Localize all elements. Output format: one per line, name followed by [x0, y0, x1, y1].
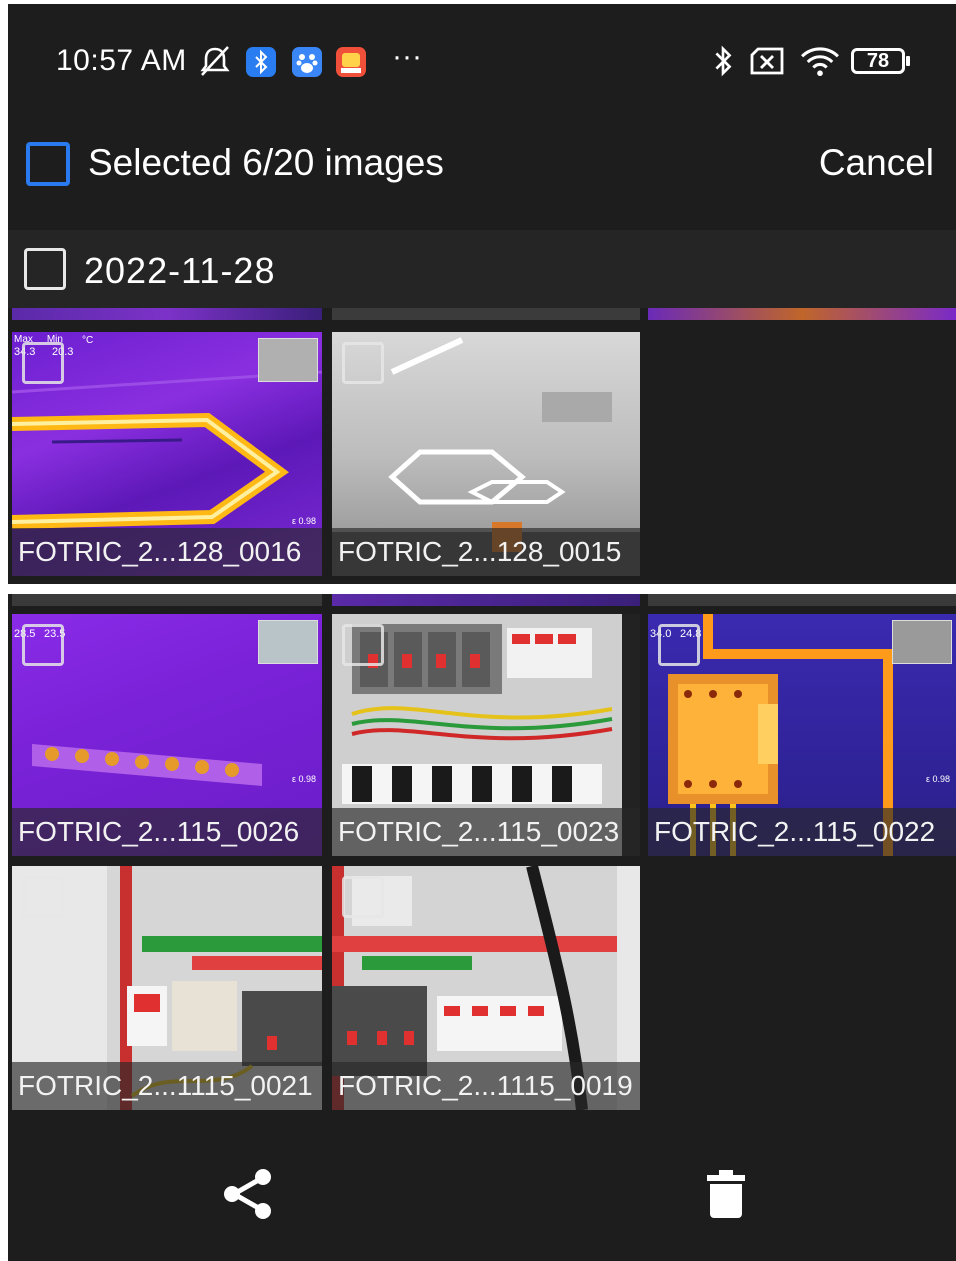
date-group-header: 2022-11-28 [8, 230, 956, 308]
thumbnail-checkbox[interactable] [342, 876, 384, 918]
battery-level: 78 [866, 50, 890, 72]
select-all-checkbox[interactable] [26, 142, 70, 186]
thermal-unit: °C [82, 335, 94, 346]
thumbnail-caption: FOTRIC_2...1115_0021 [12, 1062, 322, 1110]
thumbnail-photo[interactable]: FOTRIC_2...128_0015 [332, 332, 640, 576]
thumbnail-checkbox[interactable] [22, 876, 64, 918]
baidu-app-icon [292, 47, 322, 77]
mute-notification-icon [200, 46, 230, 76]
thumbnail-checkbox[interactable] [658, 624, 700, 666]
emissivity-label: ε 0.98 [291, 774, 316, 784]
battery-tip [906, 56, 910, 66]
thumbnail-caption: FOTRIC_2...115_0023 [332, 808, 640, 856]
thumbnail-checkbox[interactable] [22, 624, 64, 666]
thumbnail-thermal[interactable]: 28.5 23.5 ε 0.98 FOTRIC_2...115_0026 [12, 614, 322, 856]
thumbnail-checkbox[interactable] [342, 342, 384, 384]
thumbnail-caption: FOTRIC_2...115_0022 [648, 808, 956, 856]
emissivity-label: ε 0.98 [925, 774, 950, 784]
status-time: 10:57 AM [56, 44, 187, 77]
thumbnail-checkbox[interactable] [22, 342, 64, 384]
thermal-preview-inset [258, 620, 318, 664]
partial-row-strip [332, 308, 640, 320]
cancel-button[interactable]: Cancel [819, 142, 934, 184]
partial-row-strip [332, 594, 640, 606]
thermal-preview-inset [892, 620, 952, 664]
no-sim-icon [750, 47, 784, 75]
more-notifications-icon: ··· [392, 40, 422, 73]
thumbnail-caption: FOTRIC_2...128_0015 [332, 528, 640, 576]
share-icon[interactable] [220, 1166, 276, 1222]
partial-row-strip [648, 594, 956, 606]
thumbnail-photo[interactable]: FOTRIC_2...1115_0021 [12, 866, 322, 1110]
wifi-icon [801, 47, 839, 77]
selection-count-title: Selected 6/20 images [88, 142, 444, 183]
thermal-preview-inset [258, 338, 318, 382]
thumbnail-thermal[interactable]: 34.0 24.8 ε 0.98 FOTRIC_2...115_0022 [648, 614, 956, 856]
date-group-checkbox[interactable] [24, 248, 66, 290]
bluetooth-app-icon [246, 47, 276, 77]
status-bar: 10:57 AM ··· 78 [8, 4, 956, 112]
thumbnail-photo[interactable]: FOTRIC_2...115_0023 [332, 614, 640, 856]
partial-row-strip [648, 308, 956, 320]
emissivity-label: ε 0.98 [291, 516, 316, 526]
partial-row-strip [12, 308, 322, 320]
trash-icon[interactable] [704, 1168, 748, 1220]
thumbnail-photo[interactable]: FOTRIC_2...1115_0019 [332, 866, 640, 1110]
selection-header: Selected 6/20 images Cancel [8, 112, 956, 230]
thumbnail-checkbox[interactable] [342, 624, 384, 666]
thumbnail-caption: FOTRIC_2...128_0016 [12, 528, 322, 576]
thumbnail-caption: FOTRIC_2...1115_0019 [332, 1062, 640, 1110]
image-grid-section-2: 28.5 23.5 ε 0.98 FOTRIC_2...115_0026 FOT… [8, 594, 956, 1114]
thumbnail-caption: FOTRIC_2...115_0026 [12, 808, 322, 856]
taobao-app-icon [336, 47, 366, 77]
battery-icon: 78 [851, 48, 905, 74]
bluetooth-icon [715, 45, 732, 77]
group-date: 2022-11-28 [84, 250, 276, 291]
bottom-action-bar [8, 1114, 956, 1261]
thumbnail-thermal[interactable]: Max Min 34.3 20.3 °C ε 0.98 FOTRIC_2...1… [12, 332, 322, 576]
image-grid-section-1: Max Min 34.3 20.3 °C ε 0.98 FOTRIC_2...1… [8, 308, 956, 584]
partial-row-strip [12, 594, 322, 606]
